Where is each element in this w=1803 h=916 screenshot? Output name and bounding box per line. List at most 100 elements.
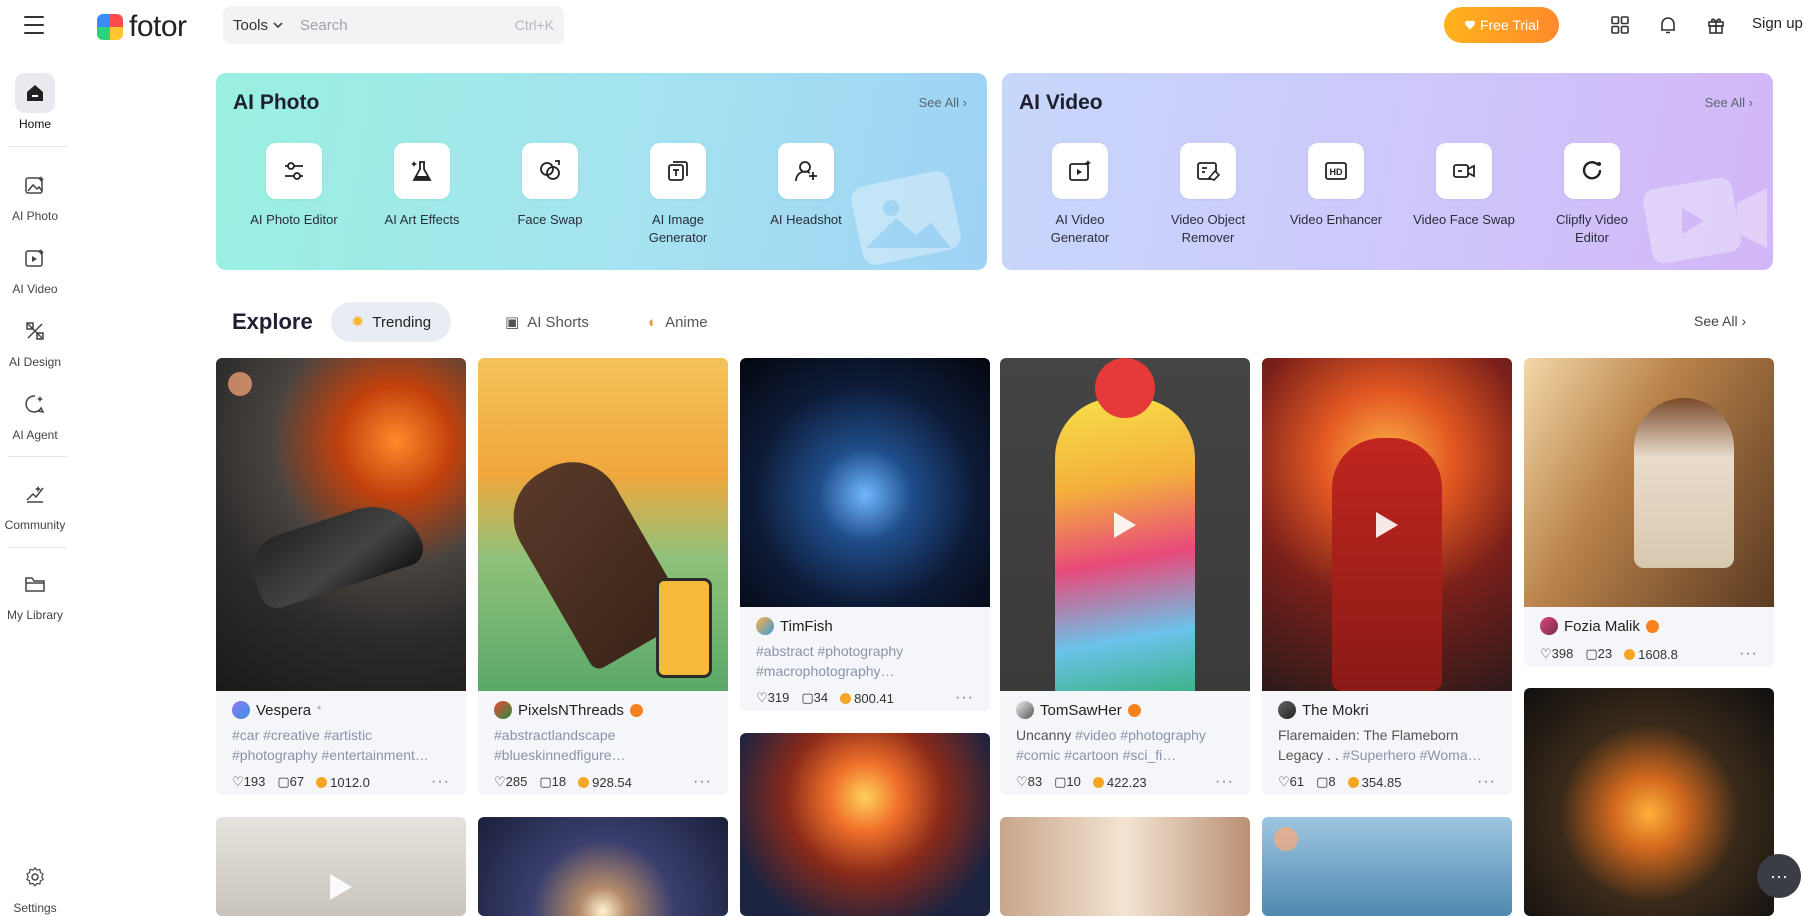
tools-dropdown[interactable]: Tools bbox=[223, 17, 294, 34]
likes-count[interactable]: ♡319 bbox=[756, 690, 789, 706]
comments-count[interactable]: ▢18 bbox=[539, 774, 566, 790]
ai-photo-see-all-link[interactable]: See All › bbox=[919, 95, 967, 110]
tool-video-face-swap[interactable]: Video Face Swap bbox=[1404, 143, 1524, 229]
tool-face-swap[interactable]: Face Swap bbox=[490, 143, 610, 229]
post-thumbnail[interactable] bbox=[740, 358, 990, 607]
post-card[interactable]: The Mokri Flaremaiden: The Flameborn Leg… bbox=[1262, 358, 1512, 795]
comments-count[interactable]: ▢34 bbox=[801, 690, 828, 706]
ai-video-see-all-link[interactable]: See All › bbox=[1705, 95, 1753, 110]
more-options-icon[interactable]: ··· bbox=[1739, 645, 1758, 663]
tab-ai-shorts[interactable]: ▣ AI Shorts bbox=[485, 302, 609, 342]
more-options-icon[interactable]: ··· bbox=[1215, 773, 1234, 791]
avatar[interactable] bbox=[232, 701, 250, 719]
coins-count: 354.85 bbox=[1347, 775, 1401, 790]
post-thumbnail[interactable] bbox=[1524, 688, 1774, 916]
post-card[interactable]: PixelsNThreads #abstractlandscape #blues… bbox=[478, 358, 728, 795]
post-card[interactable]: TomSawHer Uncanny #video #photography #c… bbox=[1000, 358, 1250, 795]
post-card[interactable]: TimFish #abstract #photography #macropho… bbox=[740, 358, 990, 711]
sidebar-item-settings[interactable]: Settings bbox=[0, 857, 70, 915]
bell-icon[interactable] bbox=[1655, 12, 1681, 38]
sidebar-item-ai-photo[interactable]: AI Photo bbox=[0, 165, 70, 223]
apps-grid-icon[interactable] bbox=[1607, 12, 1633, 38]
see-all-label: See All bbox=[1694, 313, 1738, 329]
post-thumbnail[interactable] bbox=[1262, 358, 1512, 691]
tool-ai-art-effects[interactable]: AI Art Effects bbox=[362, 143, 482, 229]
more-options-icon[interactable]: ··· bbox=[693, 773, 712, 791]
ai-photo-icon bbox=[15, 165, 55, 205]
tools-label: Tools bbox=[233, 16, 269, 34]
comments-count[interactable]: ▢8 bbox=[1316, 774, 1336, 790]
gear-icon bbox=[15, 857, 55, 897]
chat-more-button[interactable]: ··· bbox=[1757, 854, 1801, 898]
likes-count[interactable]: ♡83 bbox=[1016, 774, 1042, 790]
tool-video-enhancer[interactable]: HD Video Enhancer bbox=[1276, 143, 1396, 229]
post-thumbnail[interactable] bbox=[478, 358, 728, 691]
logo[interactable]: fotor bbox=[97, 10, 187, 44]
search-input[interactable]: Search bbox=[294, 17, 515, 34]
post-card[interactable]: Fozia Malik ♡398 ▢23 1608.8 ··· bbox=[1524, 358, 1774, 667]
menu-icon[interactable] bbox=[24, 16, 44, 34]
sidebar-item-my-library[interactable]: My Library bbox=[0, 564, 70, 622]
post-card[interactable] bbox=[1524, 688, 1774, 916]
post-thumbnail[interactable] bbox=[1262, 817, 1512, 916]
author-name[interactable]: TomSawHer bbox=[1040, 702, 1122, 719]
sidebar-item-ai-video[interactable]: AI Video bbox=[0, 238, 70, 296]
tool-clipfly-video-editor[interactable]: Clipfly Video Editor bbox=[1532, 143, 1652, 247]
play-icon bbox=[1114, 511, 1136, 538]
free-trial-button[interactable]: Free Trial bbox=[1444, 7, 1559, 43]
comments-count[interactable]: ▢67 bbox=[277, 774, 304, 790]
post-card[interactable]: Vespera * #car #creative #artistic #photo… bbox=[216, 358, 466, 795]
tab-trending[interactable]: ✹ Trending bbox=[331, 302, 452, 342]
post-tags[interactable]: #abstractlandscape #blueskinnedfigure… bbox=[478, 721, 728, 765]
author-name[interactable]: TimFish bbox=[780, 618, 833, 635]
post-thumbnail[interactable] bbox=[1000, 358, 1250, 691]
avatar[interactable] bbox=[1016, 701, 1034, 719]
sidebar-item-ai-design[interactable]: AI Design bbox=[0, 311, 70, 369]
tool-ai-photo-editor[interactable]: AI Photo Editor bbox=[234, 143, 354, 229]
sidebar-item-home[interactable]: Home bbox=[0, 73, 70, 131]
likes-count[interactable]: ♡61 bbox=[1278, 774, 1304, 790]
post-thumbnail[interactable] bbox=[216, 817, 466, 916]
post-card[interactable] bbox=[216, 817, 466, 916]
comments-count[interactable]: ▢10 bbox=[1054, 774, 1081, 790]
tool-ai-image-generator[interactable]: AI Image Generator bbox=[618, 143, 738, 247]
avatar[interactable] bbox=[494, 701, 512, 719]
tab-anime[interactable]: ◐ Anime bbox=[628, 302, 728, 342]
post-tags[interactable]: Uncanny #video #photography #comic #cart… bbox=[1000, 721, 1250, 765]
avatar[interactable] bbox=[1540, 617, 1558, 635]
author-name[interactable]: The Mokri bbox=[1302, 702, 1369, 719]
post-tags[interactable]: Flaremaiden: The Flameborn Legacy . . #S… bbox=[1262, 721, 1512, 765]
tool-ai-video-generator[interactable]: AI Video Generator bbox=[1020, 143, 1140, 247]
post-tags[interactable]: #abstract #photography #macrophotography… bbox=[740, 637, 990, 681]
post-thumbnail[interactable] bbox=[216, 358, 466, 691]
tool-ai-headshot[interactable]: AI Headshot bbox=[746, 143, 866, 229]
more-options-icon[interactable]: ··· bbox=[955, 689, 974, 707]
sidebar-item-ai-agent[interactable]: AI Agent bbox=[0, 384, 70, 442]
author-name[interactable]: Vespera bbox=[256, 702, 311, 719]
gift-icon[interactable] bbox=[1703, 12, 1729, 38]
post-thumbnail[interactable] bbox=[740, 733, 990, 916]
post-card[interactable] bbox=[740, 733, 990, 916]
post-thumbnail[interactable] bbox=[1000, 817, 1250, 916]
post-thumbnail[interactable] bbox=[478, 817, 728, 916]
avatar[interactable] bbox=[1278, 701, 1296, 719]
post-tags[interactable]: #car #creative #artistic #photography #e… bbox=[216, 721, 466, 765]
avatar[interactable] bbox=[756, 617, 774, 635]
post-thumbnail[interactable] bbox=[1524, 358, 1774, 607]
more-options-icon[interactable]: ··· bbox=[431, 773, 450, 791]
likes-count[interactable]: ♡193 bbox=[232, 774, 265, 790]
post-card[interactable] bbox=[1000, 817, 1250, 916]
explore-see-all-link[interactable]: See All › bbox=[1694, 313, 1746, 329]
likes-count[interactable]: ♡285 bbox=[494, 774, 527, 790]
sidebar-item-community[interactable]: Community bbox=[0, 474, 70, 532]
comments-count[interactable]: ▢23 bbox=[1585, 646, 1612, 662]
author-name[interactable]: PixelsNThreads bbox=[518, 702, 624, 719]
more-options-icon[interactable]: ··· bbox=[1477, 773, 1496, 791]
tool-video-object-remover[interactable]: Video Object Remover bbox=[1148, 143, 1268, 247]
search-bar: Tools Search Ctrl+K bbox=[223, 6, 564, 44]
post-card[interactable] bbox=[1262, 817, 1512, 916]
post-card[interactable] bbox=[478, 817, 728, 916]
author-name[interactable]: Fozia Malik bbox=[1564, 618, 1640, 635]
sign-up-link[interactable]: Sign up bbox=[1752, 15, 1803, 32]
likes-count[interactable]: ♡398 bbox=[1540, 646, 1573, 662]
